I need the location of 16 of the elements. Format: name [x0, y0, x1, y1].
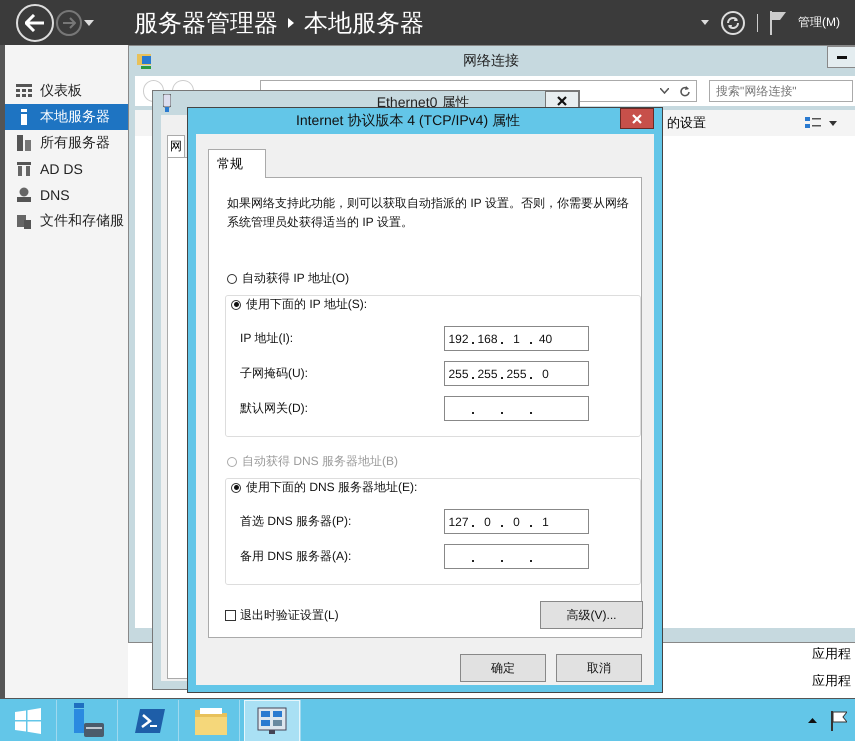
field-label: IP 地址(I): — [240, 330, 294, 347]
radio-label: 使用下面的 DNS 服务器地址(E): — [246, 479, 418, 496]
window-title: 网络连接 — [462, 52, 520, 70]
list-cell-text: 应用程 — [812, 672, 852, 690]
field-label: 备用 DNS 服务器(A): — [240, 548, 352, 565]
field-label: 首选 DNS 服务器(P): — [240, 513, 352, 530]
field-label: 默认网关(D): — [240, 400, 309, 417]
field-label: 子网掩码(U): — [240, 365, 309, 382]
intro-text: 如果网络支持此功能，则可以获取自动指派的 IP 设置。否则，你需要从网络系统管理员处获得适当的 IP 设置。 — [227, 195, 630, 231]
list-cell-text: 应用程 — [812, 645, 852, 663]
checkbox-label: 退出时验证设置(L) — [240, 606, 339, 624]
page-title: 本地服务器 — [304, 8, 424, 38]
dialog-title: Internet 协议版本 4 (TCP/IPv4) 属性 — [294, 112, 522, 130]
radio-label: 使用下面的 IP 地址(S): — [246, 296, 368, 313]
radio-label: 自动获得 IP 地址(O) — [242, 270, 350, 287]
radio-label: 自动获得 DNS 服务器地址(B) — [242, 453, 398, 470]
